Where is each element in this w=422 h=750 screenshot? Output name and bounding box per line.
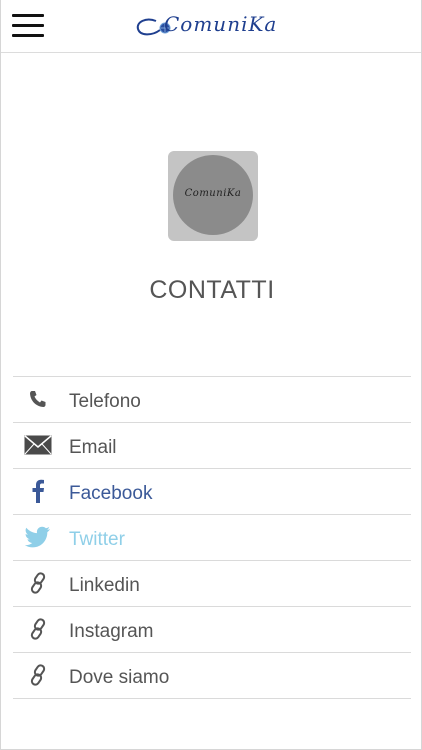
top-bar: ComuniKa — [1, 0, 421, 53]
list-item-label: Linkedin — [69, 575, 140, 596]
list-item-label: Twitter — [69, 529, 125, 550]
hamburger-menu-icon[interactable] — [12, 14, 44, 38]
link-icon — [23, 571, 53, 595]
list-item-label: Instagram — [69, 621, 154, 642]
link-icon — [23, 663, 53, 687]
logo-wordmark: ComuniKa — [164, 12, 278, 36]
list-item-email[interactable]: Email — [13, 423, 411, 469]
list-item-label: Dove siamo — [69, 667, 170, 688]
logo-disc: ComuniKa — [173, 155, 253, 235]
list-item-twitter[interactable]: Twitter — [13, 515, 411, 561]
list-item-linkedin[interactable]: Linkedin — [13, 561, 411, 607]
hero-logo-wordmark: ComuniKa — [184, 188, 242, 199]
app-logo[interactable]: ComuniKa — [134, 12, 294, 42]
list-item-label: Telefono — [69, 391, 141, 412]
contacts-list: Telefono Email Facebook Twitter Linkedin… — [13, 376, 411, 699]
list-item-telefono[interactable]: Telefono — [13, 377, 411, 423]
list-item-dove-siamo[interactable]: Dove siamo — [13, 653, 411, 699]
list-item-instagram[interactable]: Instagram — [13, 607, 411, 653]
list-item-label: Email — [69, 437, 117, 458]
facebook-icon — [23, 479, 53, 503]
link-icon — [23, 617, 53, 641]
twitter-icon — [23, 525, 53, 549]
page-title: CONTATTI — [149, 276, 275, 304]
envelope-icon — [23, 433, 53, 457]
list-item-label: Facebook — [69, 483, 153, 504]
phone-icon — [23, 387, 53, 411]
app-icon: ComuniKa — [168, 151, 258, 241]
list-item-facebook[interactable]: Facebook — [13, 469, 411, 515]
app-screen: ComuniKa ComuniKa CONTATTI Telefono Emai… — [0, 0, 422, 750]
